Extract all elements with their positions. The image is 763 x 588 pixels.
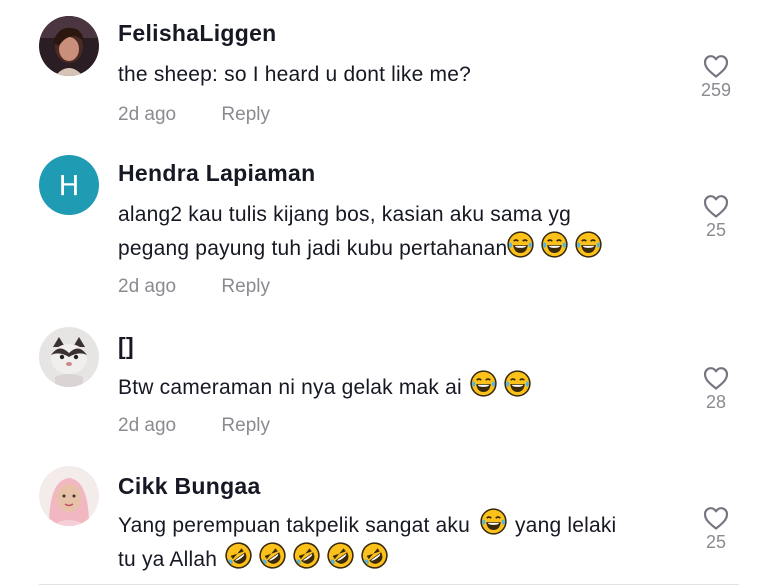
avatar[interactable] xyxy=(39,466,99,526)
rolling-on-floor-laughing-emoji xyxy=(327,542,354,569)
reply-button[interactable]: Reply xyxy=(221,276,270,297)
user-photo-icon xyxy=(39,466,99,526)
comment-item: Cikk Bungaa Yang perempuan takpelik sang… xyxy=(0,455,763,585)
comment-text-line: yang lelaki xyxy=(514,514,617,537)
comment-item: [] Btw cameraman ni nya gelak mak ai 2d … xyxy=(0,315,763,455)
comment-text: the sheep: so I heard u dont like me? xyxy=(118,63,471,86)
comment-text-line: Btw cameraman ni nya gelak mak ai xyxy=(118,376,462,399)
tears-of-joy-emoji xyxy=(575,231,602,258)
cat-photo-icon xyxy=(39,327,99,387)
avatar[interactable]: H xyxy=(39,155,99,215)
tears-of-joy-emoji xyxy=(507,231,534,258)
comment-username[interactable]: [] xyxy=(118,333,134,360)
like-count: 25 xyxy=(705,220,727,240)
comment-text-line: alang2 kau tulis kijang bos, kasian aku … xyxy=(118,203,571,226)
avatar-letter: H xyxy=(58,168,80,202)
comment-meta: 2d ago Reply xyxy=(118,104,270,126)
user-photo-icon xyxy=(39,16,99,76)
tears-of-joy-emoji xyxy=(470,370,497,397)
reply-button[interactable]: Reply xyxy=(221,104,270,125)
avatar[interactable] xyxy=(39,327,99,387)
comment-time: 2d ago xyxy=(118,104,177,125)
comment-text: Yang perempuan takpelik sangat aku yang l… xyxy=(118,508,678,576)
rolling-on-floor-laughing-emoji xyxy=(225,542,252,569)
like-button[interactable]: 259 xyxy=(690,53,742,101)
reply-button[interactable]: Reply xyxy=(221,415,270,436)
like-count: 25 xyxy=(705,532,727,552)
comment-text-line: pegang payung tuh jadi kubu pertahanan xyxy=(118,237,508,260)
comment-item: H Hendra Lapiaman alang2 kau tulis kijan… xyxy=(0,140,763,315)
heart-outline-icon[interactable] xyxy=(702,193,730,219)
tears-of-joy-emoji xyxy=(541,231,568,258)
comment-text: alang2 kau tulis kijang bos, kasian aku … xyxy=(118,198,678,265)
comment-item: FelishaLiggen the sheep: so I heard u do… xyxy=(0,0,763,140)
rolling-on-floor-laughing-emoji xyxy=(293,542,320,569)
like-count: 28 xyxy=(705,392,727,412)
comment-time: 2d ago xyxy=(118,415,177,436)
comment-text: Btw cameraman ni nya gelak mak ai xyxy=(118,370,678,404)
heart-outline-icon[interactable] xyxy=(702,365,730,391)
comment-username[interactable]: Cikk Bungaa xyxy=(118,473,261,500)
comment-username[interactable]: FelishaLiggen xyxy=(118,20,277,47)
like-button[interactable]: 28 xyxy=(690,365,742,413)
divider xyxy=(39,584,739,585)
like-button[interactable]: 25 xyxy=(690,505,742,553)
comment-time: 2d ago xyxy=(118,276,177,297)
comment-text-line: tu ya Allah xyxy=(118,548,218,571)
like-count: 259 xyxy=(700,80,732,100)
rolling-on-floor-laughing-emoji xyxy=(361,542,388,569)
tears-of-joy-emoji xyxy=(480,508,507,535)
comment-meta: 2d ago Reply xyxy=(118,276,270,298)
heart-outline-icon[interactable] xyxy=(702,505,730,531)
like-button[interactable]: 25 xyxy=(690,193,742,241)
avatar[interactable] xyxy=(39,16,99,76)
heart-outline-icon[interactable] xyxy=(702,53,730,79)
rolling-on-floor-laughing-emoji xyxy=(259,542,286,569)
tears-of-joy-emoji xyxy=(504,370,531,397)
comment-username[interactable]: Hendra Lapiaman xyxy=(118,160,316,187)
comment-text-line: Yang perempuan takpelik sangat aku xyxy=(118,514,470,537)
comment-meta: 2d ago Reply xyxy=(118,415,270,437)
